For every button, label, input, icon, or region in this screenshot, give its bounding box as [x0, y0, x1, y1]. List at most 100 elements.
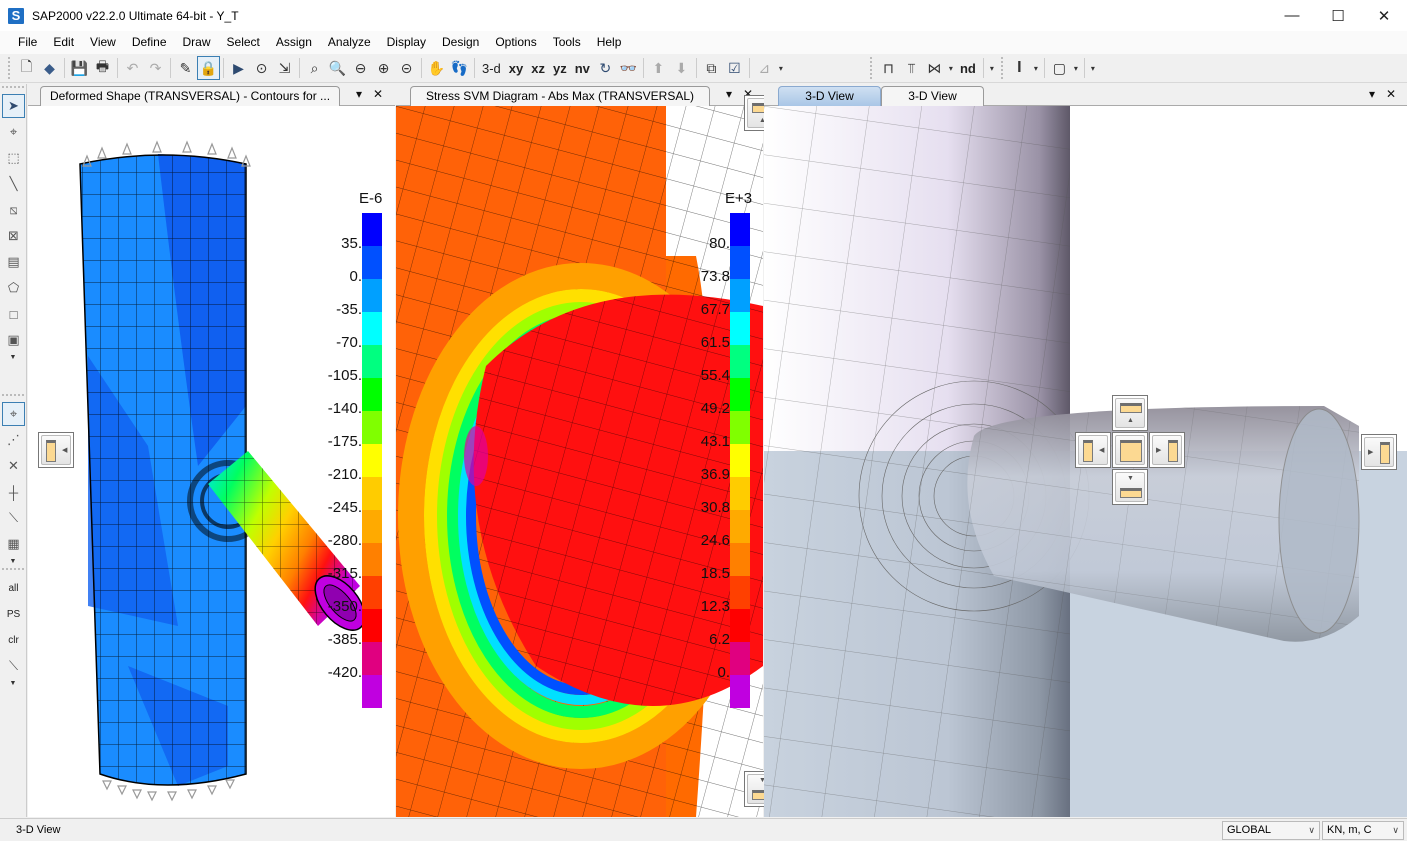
quick-draw-frame-button[interactable]: ⧅: [2, 198, 25, 222]
menu-analyze[interactable]: Analyze: [320, 31, 379, 54]
redo-button[interactable]: ↷: [144, 56, 167, 80]
save-button[interactable]: 💾: [68, 56, 91, 80]
menu-edit[interactable]: Edit: [45, 31, 82, 54]
draw-frame-cable-button[interactable]: ╲: [2, 172, 25, 196]
menu-view[interactable]: View: [82, 31, 124, 54]
pane-close-button[interactable]: ✕: [373, 87, 383, 101]
close-button[interactable]: ✕: [1361, 0, 1407, 31]
menu-select[interactable]: Select: [219, 31, 268, 54]
previous-selection-button[interactable]: PS: [2, 602, 25, 626]
assign-dropdown[interactable]: ▾: [776, 64, 786, 73]
stress-viewport[interactable]: E+3 80. 73.8 67.7 61.5 55.4 49.2 43.1 36.9 30.8 2…: [396, 106, 763, 817]
walk-button[interactable]: 👣: [448, 56, 471, 80]
zoom-out-button[interactable]: ⊝: [395, 56, 418, 80]
pointer-button[interactable]: ➤: [2, 94, 25, 118]
pane-menu-dropdown[interactable]: ▾: [356, 87, 362, 101]
menu-define[interactable]: Define: [124, 31, 175, 54]
zoom-full-button[interactable]: 🔍: [326, 56, 349, 80]
pane-menu-dropdown[interactable]: ▾: [726, 87, 732, 101]
area-section-button[interactable]: ▢: [1048, 56, 1071, 80]
toolbar-grip[interactable]: [1000, 57, 1004, 79]
more-snaps-chevron[interactable]: ▼: [0, 558, 26, 566]
intersecting-line-select-button[interactable]: ⟍: [2, 654, 25, 678]
menu-assign[interactable]: Assign: [268, 31, 320, 54]
maximize-button[interactable]: ☐: [1315, 0, 1361, 31]
pan-button[interactable]: ✋: [425, 56, 448, 80]
view-3d-button[interactable]: 3-d: [478, 61, 505, 76]
more-tools-chevron[interactable]: ▼: [0, 354, 26, 362]
snap-lines-button[interactable]: ⟍: [2, 506, 25, 530]
deformed-shape-viewport[interactable]: E-6 35. 0. -35. -70. -105. -140. -175. -210. -24…: [28, 106, 395, 817]
lock-model-button[interactable]: 🔒: [197, 56, 220, 80]
snap-line-ends-button[interactable]: ⋰: [2, 428, 25, 452]
node-dropdown[interactable]: ▾: [987, 64, 997, 73]
menu-options[interactable]: Options: [487, 31, 544, 54]
dock-left-guide[interactable]: ◀: [38, 432, 74, 468]
toolbar-grip[interactable]: [2, 568, 24, 574]
snap-intersections-button[interactable]: ✕: [2, 454, 25, 478]
undo-button[interactable]: ↶: [121, 56, 144, 80]
quick-draw-secondary-button[interactable]: ▤: [2, 250, 25, 274]
menu-draw[interactable]: Draw: [175, 31, 219, 54]
tab-stress-svm[interactable]: Stress SVM Diagram - Abs Max (TRANSVERSA…: [410, 86, 710, 106]
perspective-button[interactable]: 👓: [617, 56, 640, 80]
rotate-view-button[interactable]: ↻: [594, 56, 617, 80]
view-xz-button[interactable]: xz: [527, 61, 549, 76]
draw-dropdown[interactable]: ▾: [946, 64, 956, 73]
node-button[interactable]: nd: [956, 61, 980, 76]
move-down-button[interactable]: ⬇: [670, 56, 693, 80]
toolbar-grip[interactable]: [8, 57, 11, 79]
dock-compass-top[interactable]: ▲: [1112, 395, 1148, 431]
quick-draw-braces-button[interactable]: ⊠: [2, 224, 25, 248]
set-display-options-button[interactable]: ⧉: [700, 56, 723, 80]
toolbar-grip[interactable]: [869, 57, 873, 79]
menu-file[interactable]: File: [10, 31, 45, 54]
menu-tools[interactable]: Tools: [545, 31, 589, 54]
dock-right-guide[interactable]: ▶: [1361, 434, 1397, 470]
dock-compass-left[interactable]: ◀: [1075, 432, 1111, 468]
draw-joint-button[interactable]: ⬚: [2, 146, 25, 170]
dock-compass-right[interactable]: ▶: [1149, 432, 1185, 468]
draw-rect-area-button[interactable]: □: [2, 302, 25, 326]
more-select-chevron[interactable]: ▼: [0, 680, 26, 688]
menu-design[interactable]: Design: [434, 31, 487, 54]
pane-close-button[interactable]: ✕: [1386, 87, 1396, 101]
zoom-previous-button[interactable]: ⊖: [349, 56, 372, 80]
dock-compass-center[interactable]: [1112, 432, 1148, 468]
draw-frame-button[interactable]: ⊓: [877, 56, 900, 80]
clear-selection-button[interactable]: clr: [2, 628, 25, 652]
new-model-button[interactable]: 🗋: [15, 56, 38, 80]
assign-button[interactable]: ⊿: [753, 56, 776, 80]
dock-compass-bottom[interactable]: ▼: [1112, 469, 1148, 505]
zoom-window-button[interactable]: ⌕: [303, 56, 326, 80]
reshape-button[interactable]: ⌖: [2, 120, 25, 144]
view-xy-button[interactable]: xy: [505, 61, 527, 76]
view-yz-button[interactable]: yz: [549, 61, 571, 76]
tab-3d-view-2[interactable]: 3-D View: [881, 86, 984, 106]
zoom-in-button[interactable]: ⊕: [372, 56, 395, 80]
toolbar-grip[interactable]: [2, 394, 24, 400]
snap-fine-grid-button[interactable]: ▦: [2, 532, 25, 556]
tab-3d-view-1[interactable]: 3-D View: [778, 86, 881, 106]
open-button[interactable]: ◆: [38, 56, 61, 80]
units-select[interactable]: KN, m, C ∨: [1322, 821, 1404, 840]
run-now-button[interactable]: ⊙: [250, 56, 273, 80]
menu-help[interactable]: Help: [589, 31, 630, 54]
select-all-button[interactable]: all: [2, 576, 25, 600]
pane-menu-dropdown[interactable]: ▾: [1369, 87, 1375, 101]
section-button[interactable]: I: [1008, 56, 1031, 80]
snap-perpendicular-button[interactable]: ┼: [2, 480, 25, 504]
draw-poly-area-button[interactable]: ⬠: [2, 276, 25, 300]
show-undeformed-button[interactable]: ⇲: [273, 56, 296, 80]
toolbar-overflow-dropdown[interactable]: ▾: [1088, 64, 1098, 73]
draw-truss-button[interactable]: ⋈: [923, 56, 946, 80]
quick-draw-area-button[interactable]: ▣: [2, 328, 25, 352]
select-checkbox-button[interactable]: ☑: [723, 56, 746, 80]
minimize-button[interactable]: —: [1269, 0, 1315, 31]
refresh-window-button[interactable]: ✎: [174, 56, 197, 80]
snap-joints-button[interactable]: ⌖: [2, 402, 25, 426]
section-dropdown[interactable]: ▾: [1031, 64, 1041, 73]
view-nv-button[interactable]: nv: [571, 61, 594, 76]
area-section-dropdown[interactable]: ▾: [1071, 64, 1081, 73]
run-analysis-button[interactable]: ▶: [227, 56, 250, 80]
